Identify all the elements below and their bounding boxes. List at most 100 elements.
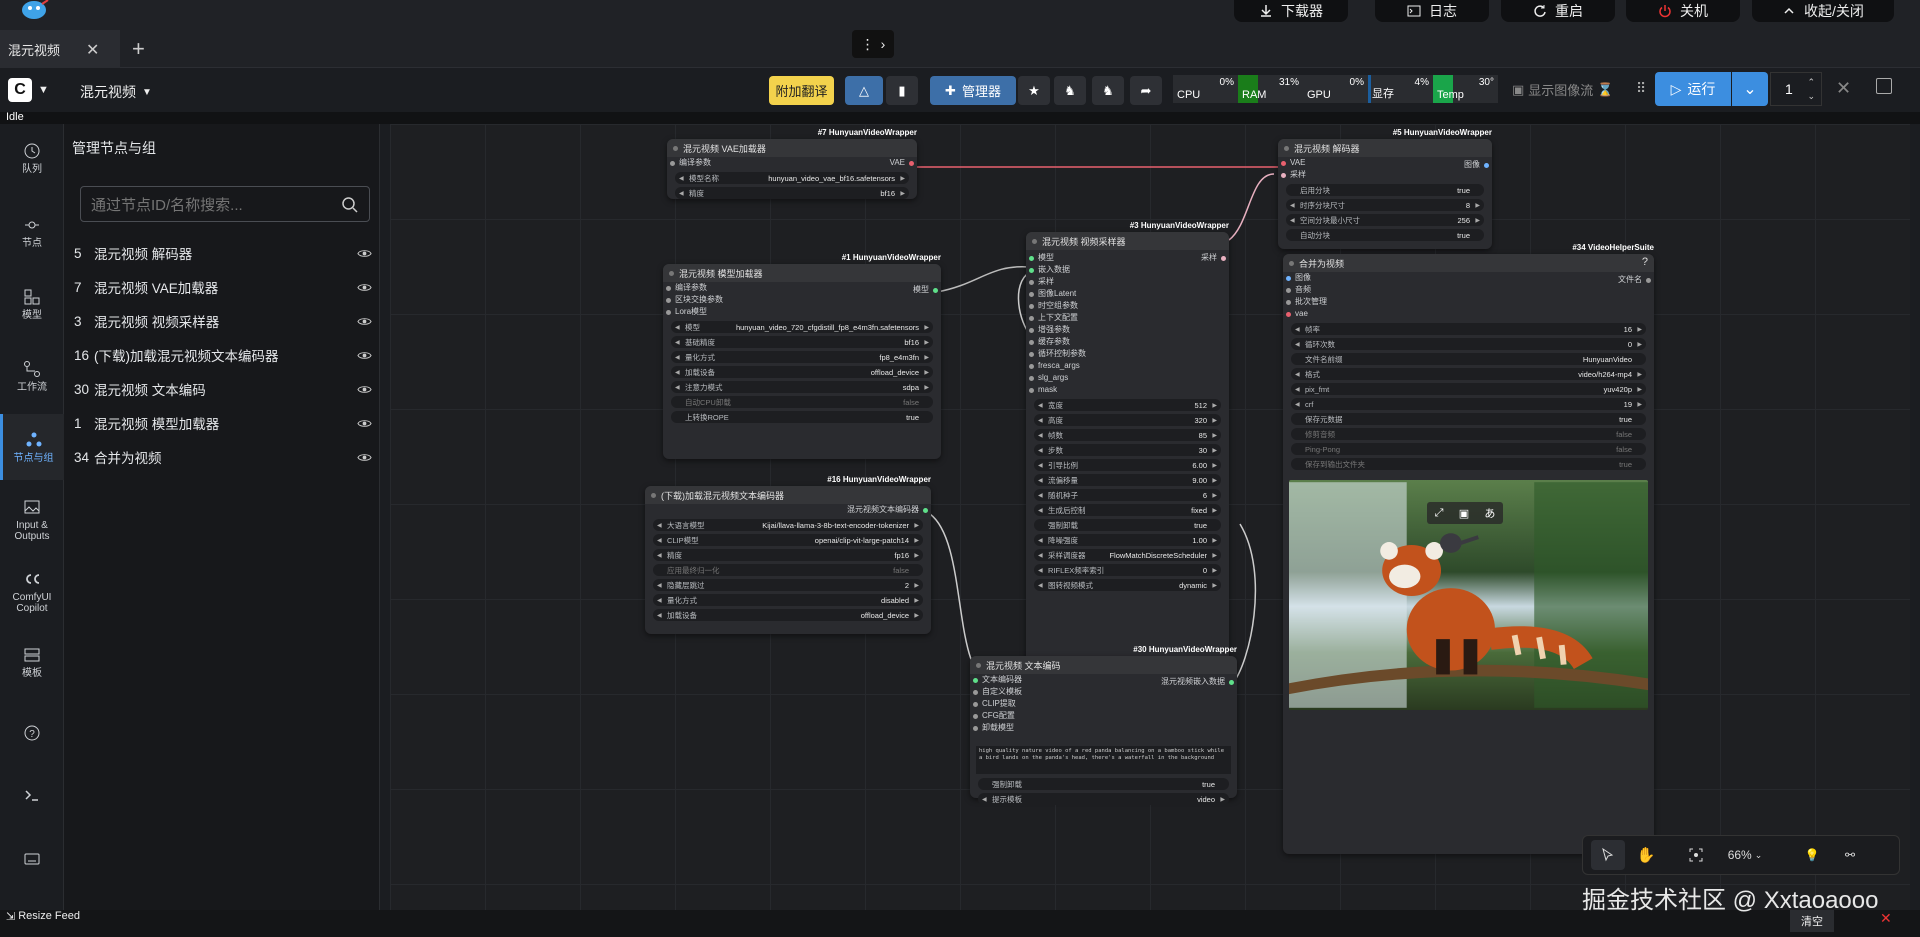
rail-item-input-outputs[interactable]: Input & Outputs	[0, 498, 64, 542]
node-widget[interactable]: 步数30	[1034, 444, 1221, 456]
resize-feed-button[interactable]: ⇲ Resize Feed	[6, 910, 80, 923]
node-decoder[interactable]: #5 HunyuanVideoWrapper 混元视频 解码器 图像 VAE 采…	[1278, 128, 1492, 249]
window-icon[interactable]	[1876, 78, 1892, 94]
node-title[interactable]: 混元视频 VAE加载器	[667, 139, 917, 157]
node-toggle[interactable]: Ping-Pong false	[1291, 443, 1646, 455]
node-text-encoder-loader[interactable]: #16 HunyuanVideoWrapper (下载)加载混元视频文本编码器 …	[645, 475, 931, 634]
node-input[interactable]: 区块交换参数	[663, 294, 941, 306]
run-options-button[interactable]: ⌄	[1732, 72, 1768, 106]
model-tool-button[interactable]: ♞	[1054, 76, 1086, 105]
node-input[interactable]: slg_args	[1026, 372, 1229, 384]
node-widget[interactable]: 加载设备offload_device	[653, 609, 923, 621]
node-text-widget[interactable]: 文件名前缀 HunyuanVideo	[1291, 353, 1646, 365]
share-button[interactable]: ➦	[1130, 76, 1162, 105]
node-widget[interactable]: 宽度512	[1034, 399, 1221, 411]
run-button[interactable]: ▷ 运行	[1655, 72, 1731, 106]
search-input[interactable]	[91, 195, 331, 215]
rail-item-nodes[interactable]: 节点	[0, 216, 64, 249]
node-toggle[interactable]: 自动CPU卸载 false	[671, 396, 933, 408]
node-input[interactable]: 采样	[1026, 276, 1229, 288]
eye-icon[interactable]	[357, 382, 372, 397]
node-widget[interactable]: 基础精度bf16	[671, 336, 933, 348]
node-list-item[interactable]: 34 合并为视频	[72, 442, 372, 472]
eye-icon[interactable]	[357, 314, 372, 329]
clear-button[interactable]: 清空	[1790, 910, 1834, 932]
node-widget[interactable]: 格式video/h264-mp4	[1291, 368, 1646, 380]
downloader-button[interactable]: 下载器	[1234, 0, 1348, 22]
node-widget[interactable]: 采样调度器FlowMatchDiscreteScheduler	[1034, 549, 1221, 561]
node-widget[interactable]: 注意力模式sdpa	[671, 381, 933, 393]
node-toggle[interactable]: 启用分块 true	[1286, 184, 1484, 196]
node-output[interactable]: VAE	[890, 157, 917, 169]
comfy-logo-menu[interactable]: C ▼	[8, 76, 56, 104]
node-widget[interactable]: 精度fp16	[653, 549, 923, 561]
node-widget[interactable]: 流偏移量9.00	[1034, 474, 1221, 486]
node-input[interactable]: vae	[1283, 308, 1654, 320]
preview-icon[interactable]: ▣	[1459, 507, 1469, 520]
node-input[interactable]: 文本编码器	[970, 674, 1237, 686]
pan-tool-button[interactable]: ✋	[1629, 840, 1663, 870]
eye-icon[interactable]	[357, 416, 372, 431]
node-widget[interactable]: 图转视频模式dynamic	[1034, 579, 1221, 591]
workflow-menu[interactable]: 混元视频 ▼	[80, 82, 152, 102]
select-tool-button[interactable]	[1591, 840, 1625, 870]
node-input[interactable]: 缓存参数	[1026, 336, 1229, 348]
node-canvas[interactable]: #7 HunyuanVideoWrapper 混元视频 VAE加载器 编译参数 …	[390, 124, 1910, 910]
rail-item-copilot[interactable]: ComfyUI Copilot	[0, 570, 64, 614]
node-input[interactable]: 嵌入数据	[1026, 264, 1229, 276]
rail-item-node-group[interactable]: 节点与组	[0, 414, 64, 480]
node-input[interactable]: 卸载模型	[970, 722, 1237, 734]
node-widget[interactable]: 降噪强度1.00	[1034, 534, 1221, 546]
node-toggle[interactable]: 上转换ROPE true	[671, 411, 933, 423]
node-widget[interactable]: pix_fmtyuv420p	[1291, 383, 1646, 395]
node-title[interactable]: 混元视频 解码器	[1278, 139, 1492, 157]
node-toggle[interactable]: 保存到输出文件夹 true	[1291, 458, 1646, 470]
node-input[interactable]: mask	[1026, 384, 1229, 396]
eye-icon[interactable]	[357, 280, 372, 295]
hint-button[interactable]: 💡	[1795, 840, 1829, 870]
node-input[interactable]: CFG配置	[970, 710, 1237, 722]
rail-item-templates[interactable]: 模板	[0, 646, 64, 679]
node-list-item[interactable]: 30 混元视频 文本编码	[72, 374, 372, 404]
node-list-item[interactable]: 7 混元视频 VAE加载器	[72, 272, 372, 302]
collapse-button[interactable]: 收起/关闭	[1752, 0, 1894, 22]
node-text-encode[interactable]: #30 HunyuanVideoWrapper 混元视频 文本编码 混元视频嵌入…	[970, 645, 1237, 805]
app-logo[interactable]	[20, 0, 50, 20]
node-input[interactable]: VAE	[1278, 157, 1492, 169]
node-input[interactable]: 自定义模板	[970, 686, 1237, 698]
help-icon[interactable]: ?	[1642, 256, 1648, 268]
model-tool2-button[interactable]: ♞	[1092, 76, 1124, 105]
node-toggle[interactable]: 强制卸载 true	[1034, 519, 1221, 531]
zoom-dropdown[interactable]: 66% ⌄	[1717, 840, 1773, 870]
rail-item-workflow[interactable]: 工作流	[0, 360, 64, 393]
shutdown-button[interactable]: 关机	[1626, 0, 1740, 22]
eye-icon[interactable]	[357, 348, 372, 363]
rail-item-models[interactable]: 模型	[0, 288, 64, 321]
search-field[interactable]	[80, 186, 370, 222]
close-feed-icon[interactable]: ✕	[1880, 910, 1892, 927]
node-title[interactable]: 合并为视频	[1283, 254, 1654, 272]
rail-item-queue[interactable]: 队列	[0, 142, 64, 175]
node-input[interactable]: Lora模型	[663, 306, 941, 318]
node-widget[interactable]: 加载设备offload_device	[671, 366, 933, 378]
node-list-item[interactable]: 16 (下载)加载混元视频文本编码器	[72, 340, 372, 370]
log-button[interactable]: 日志	[1375, 0, 1489, 22]
node-widget[interactable]: 高度320	[1034, 414, 1221, 426]
node-input[interactable]: 增强参数	[1026, 324, 1229, 336]
cancel-icon[interactable]: ✕	[1836, 78, 1851, 99]
node-widget[interactable]: 提示模板video	[978, 793, 1229, 805]
stepper-icon[interactable]: ⌃ ⌄	[1807, 75, 1815, 103]
links-toggle-button[interactable]: ⚯	[1833, 840, 1867, 870]
node-widget[interactable]: 模型名称hunyuan_video_vae_bf16.safetensors	[675, 172, 909, 184]
node-list-item[interactable]: 3 混元视频 视频采样器	[72, 306, 372, 336]
manager-button[interactable]: ✚ 管理器	[930, 76, 1016, 105]
node-toggle[interactable]: 应用最终归一化 false	[653, 564, 923, 576]
queue-count-input[interactable]: 1 ⌃ ⌄	[1770, 72, 1822, 106]
translate-icon[interactable]: あ	[1484, 505, 1495, 521]
eye-icon[interactable]	[357, 246, 372, 261]
fit-view-button[interactable]	[1679, 840, 1713, 870]
workflow-actions-button[interactable]: ⋮ ›	[852, 30, 894, 58]
rail-item-keyboard[interactable]	[0, 850, 64, 872]
translate-button[interactable]: 附加翻译	[769, 76, 834, 105]
rail-item-terminal[interactable]	[0, 786, 64, 808]
